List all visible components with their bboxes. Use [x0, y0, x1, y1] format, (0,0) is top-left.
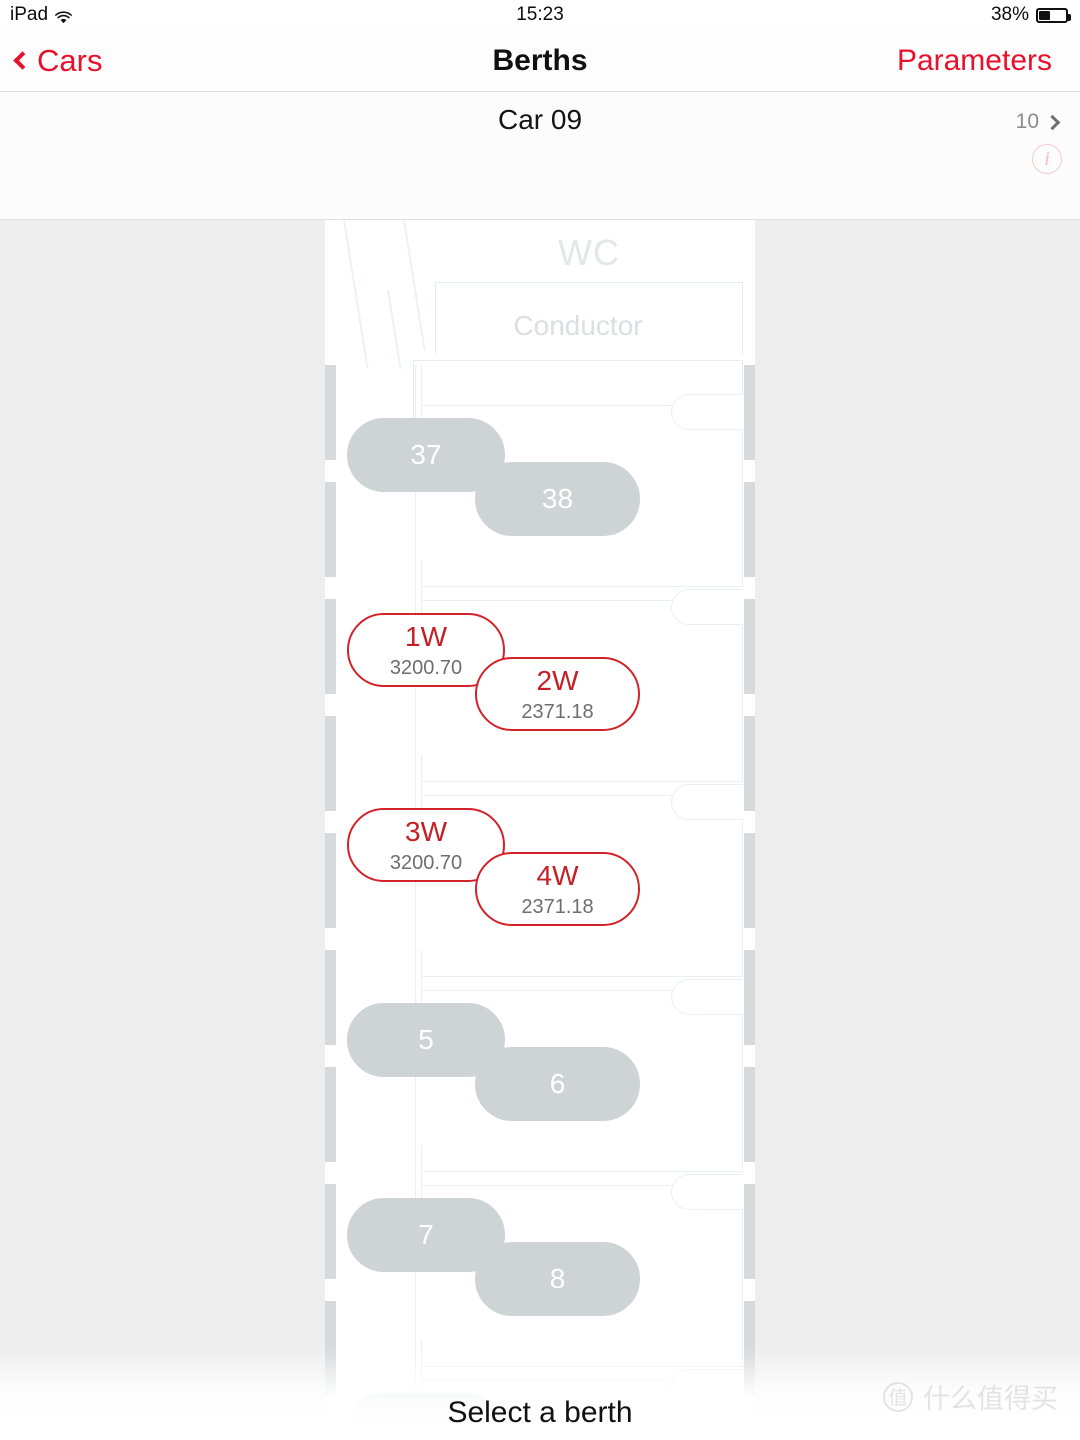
compartment-table [671, 589, 743, 625]
car-wall-segment [325, 950, 336, 1045]
info-circle-icon[interactable]: i [1032, 144, 1062, 174]
car-wall-segment [325, 365, 336, 460]
compartment-table [671, 394, 743, 430]
berth-number: 5 [418, 1024, 434, 1055]
car-wall-segment [744, 1184, 755, 1279]
berth-number: 8 [549, 1263, 566, 1294]
car-pager-count: 10 [1015, 110, 1039, 133]
status-bar: iPad 15:23 38% [0, 0, 1080, 30]
car-wall-segment [744, 716, 755, 811]
berth-price: 3200.70 [389, 851, 463, 874]
car-wall-segment [744, 1301, 755, 1396]
conductor-label: Conductor [513, 310, 643, 341]
watermark-badge: 值 [883, 1381, 913, 1412]
parameters-button[interactable]: Parameters [897, 30, 1052, 92]
car-pager[interactable]: 10 [1015, 110, 1061, 134]
battery-icon [1036, 7, 1071, 23]
berth-6: 6 [475, 1047, 640, 1121]
car-wall-segment [325, 716, 336, 811]
compartment-table [671, 784, 743, 820]
car-number-title: Car 09 [497, 104, 583, 135]
wc-label: WC [558, 232, 620, 273]
status-bar-right: 38% [990, 4, 1071, 26]
car-wall-segment [744, 950, 755, 1045]
watermark: 值 什么值得买 [883, 1377, 1058, 1416]
car-wall-segment [325, 1067, 336, 1162]
berth-price: 2371.18 [521, 700, 594, 723]
compartment-table [671, 1174, 743, 1210]
navigation-bar: Cars Berths Parameters [0, 30, 1080, 92]
watermark-text: 什么值得买 [923, 1384, 1058, 1414]
car-wall-segment [744, 365, 755, 460]
car-wall-segment [325, 482, 336, 577]
berth-price: 3200.70 [389, 656, 463, 679]
car-wall-segment [744, 1067, 755, 1162]
car-wall-segment [325, 599, 336, 694]
berth-number: 6 [549, 1068, 566, 1099]
berth-number: 3W [405, 815, 447, 847]
berth-8: 8 [475, 1242, 640, 1316]
berth-price: 2371.18 [521, 895, 594, 918]
chevron-right-icon [1044, 114, 1061, 130]
vestibule-line-1 [343, 220, 368, 369]
berth-2W[interactable]: 2W 2371.18 [475, 657, 640, 731]
car-wall-segment [744, 482, 755, 577]
vestibule-line-3 [387, 289, 401, 370]
car-wall-segment [325, 833, 336, 928]
berth-number: 7 [418, 1219, 434, 1250]
clock: 15:23 [516, 4, 564, 25]
battery-percent-label: 38% [990, 4, 1029, 25]
car-wall-segment [744, 599, 755, 694]
car-layout: WC Conductor 37 38 1W 3200.70 2W 2371.18 3W 320… [325, 220, 755, 1440]
car-info-header: Car 09 10 i 2Э ▱ ≈ ▯ Compartments for me… [0, 92, 1080, 315]
berth-number: 4W [536, 859, 579, 891]
car-wall-segment [744, 833, 755, 928]
car-diagram-stage: WC Conductor 37 38 1W 3200.70 2W 2371.18 3W 320… [0, 220, 1080, 1440]
berth-number: 38 [541, 483, 574, 514]
car-wall-segment [325, 1184, 336, 1279]
berth-number: 2W [536, 664, 579, 696]
compartment-table [671, 979, 743, 1015]
berth-number: 37 [410, 439, 442, 470]
berth-38: 38 [475, 462, 640, 536]
app-root: iPad 15:23 38% Cars Berths Parameters Ca… [0, 0, 1080, 1440]
berth-4W[interactable]: 4W 2371.18 [475, 852, 640, 926]
car-wall-segment [325, 1301, 336, 1396]
berth-number: 1W [405, 620, 447, 652]
